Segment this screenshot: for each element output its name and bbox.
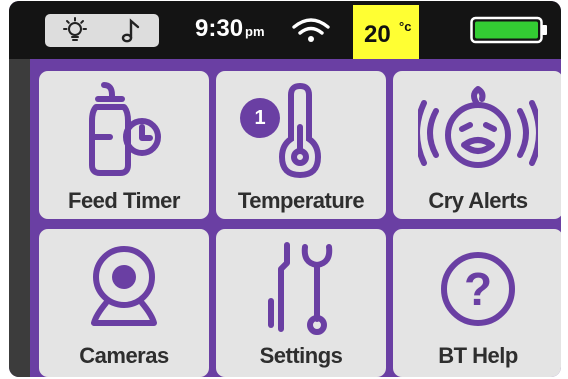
light-bulb-icon[interactable] [61, 17, 89, 50]
feed-timer-tile[interactable]: Feed Timer [39, 71, 209, 219]
side-rail [9, 59, 30, 377]
help-icon: ? [441, 252, 515, 326]
battery-icon [470, 16, 550, 49]
settings-label: Settings [259, 343, 343, 368]
status-bar: 9:30 pm 20 °c [9, 1, 561, 59]
temperature-value: 20 [364, 21, 391, 48]
cry-alerts-label: Cry Alerts [428, 188, 528, 213]
crying-baby-icon [418, 86, 538, 168]
bt-help-tile[interactable]: ? BT Help [393, 229, 561, 377]
tools-icon [268, 242, 333, 335]
cameras-label: Cameras [79, 343, 169, 368]
clock: 9:30 pm [195, 15, 265, 43]
time-text: 9:30 [195, 15, 244, 42]
settings-tile[interactable]: Settings [216, 229, 386, 377]
music-note-icon[interactable] [117, 17, 145, 50]
temperature-indicator: 20 °c [353, 5, 419, 59]
time-suffix: pm [245, 24, 265, 39]
cry-alerts-tile[interactable]: Cry Alerts [393, 71, 561, 219]
wifi-icon [291, 18, 331, 49]
svg-text:?: ? [464, 263, 492, 315]
quick-controls [45, 14, 159, 47]
camera-icon [91, 246, 157, 326]
feed-timer-label: Feed Timer [68, 188, 180, 213]
temperature-tile[interactable]: Temperature [216, 71, 386, 219]
cameras-tile[interactable]: Cameras [39, 229, 209, 377]
bt-help-label: BT Help [438, 343, 518, 368]
bottle-timer-icon [89, 82, 161, 176]
temperature-unit: °c [399, 19, 412, 34]
device-screen: 9:30 pm 20 °c Feed Timer Temperature Cry… [9, 1, 561, 377]
temperature-label: Temperature [237, 188, 365, 213]
callout-badge: 1 [240, 98, 280, 138]
